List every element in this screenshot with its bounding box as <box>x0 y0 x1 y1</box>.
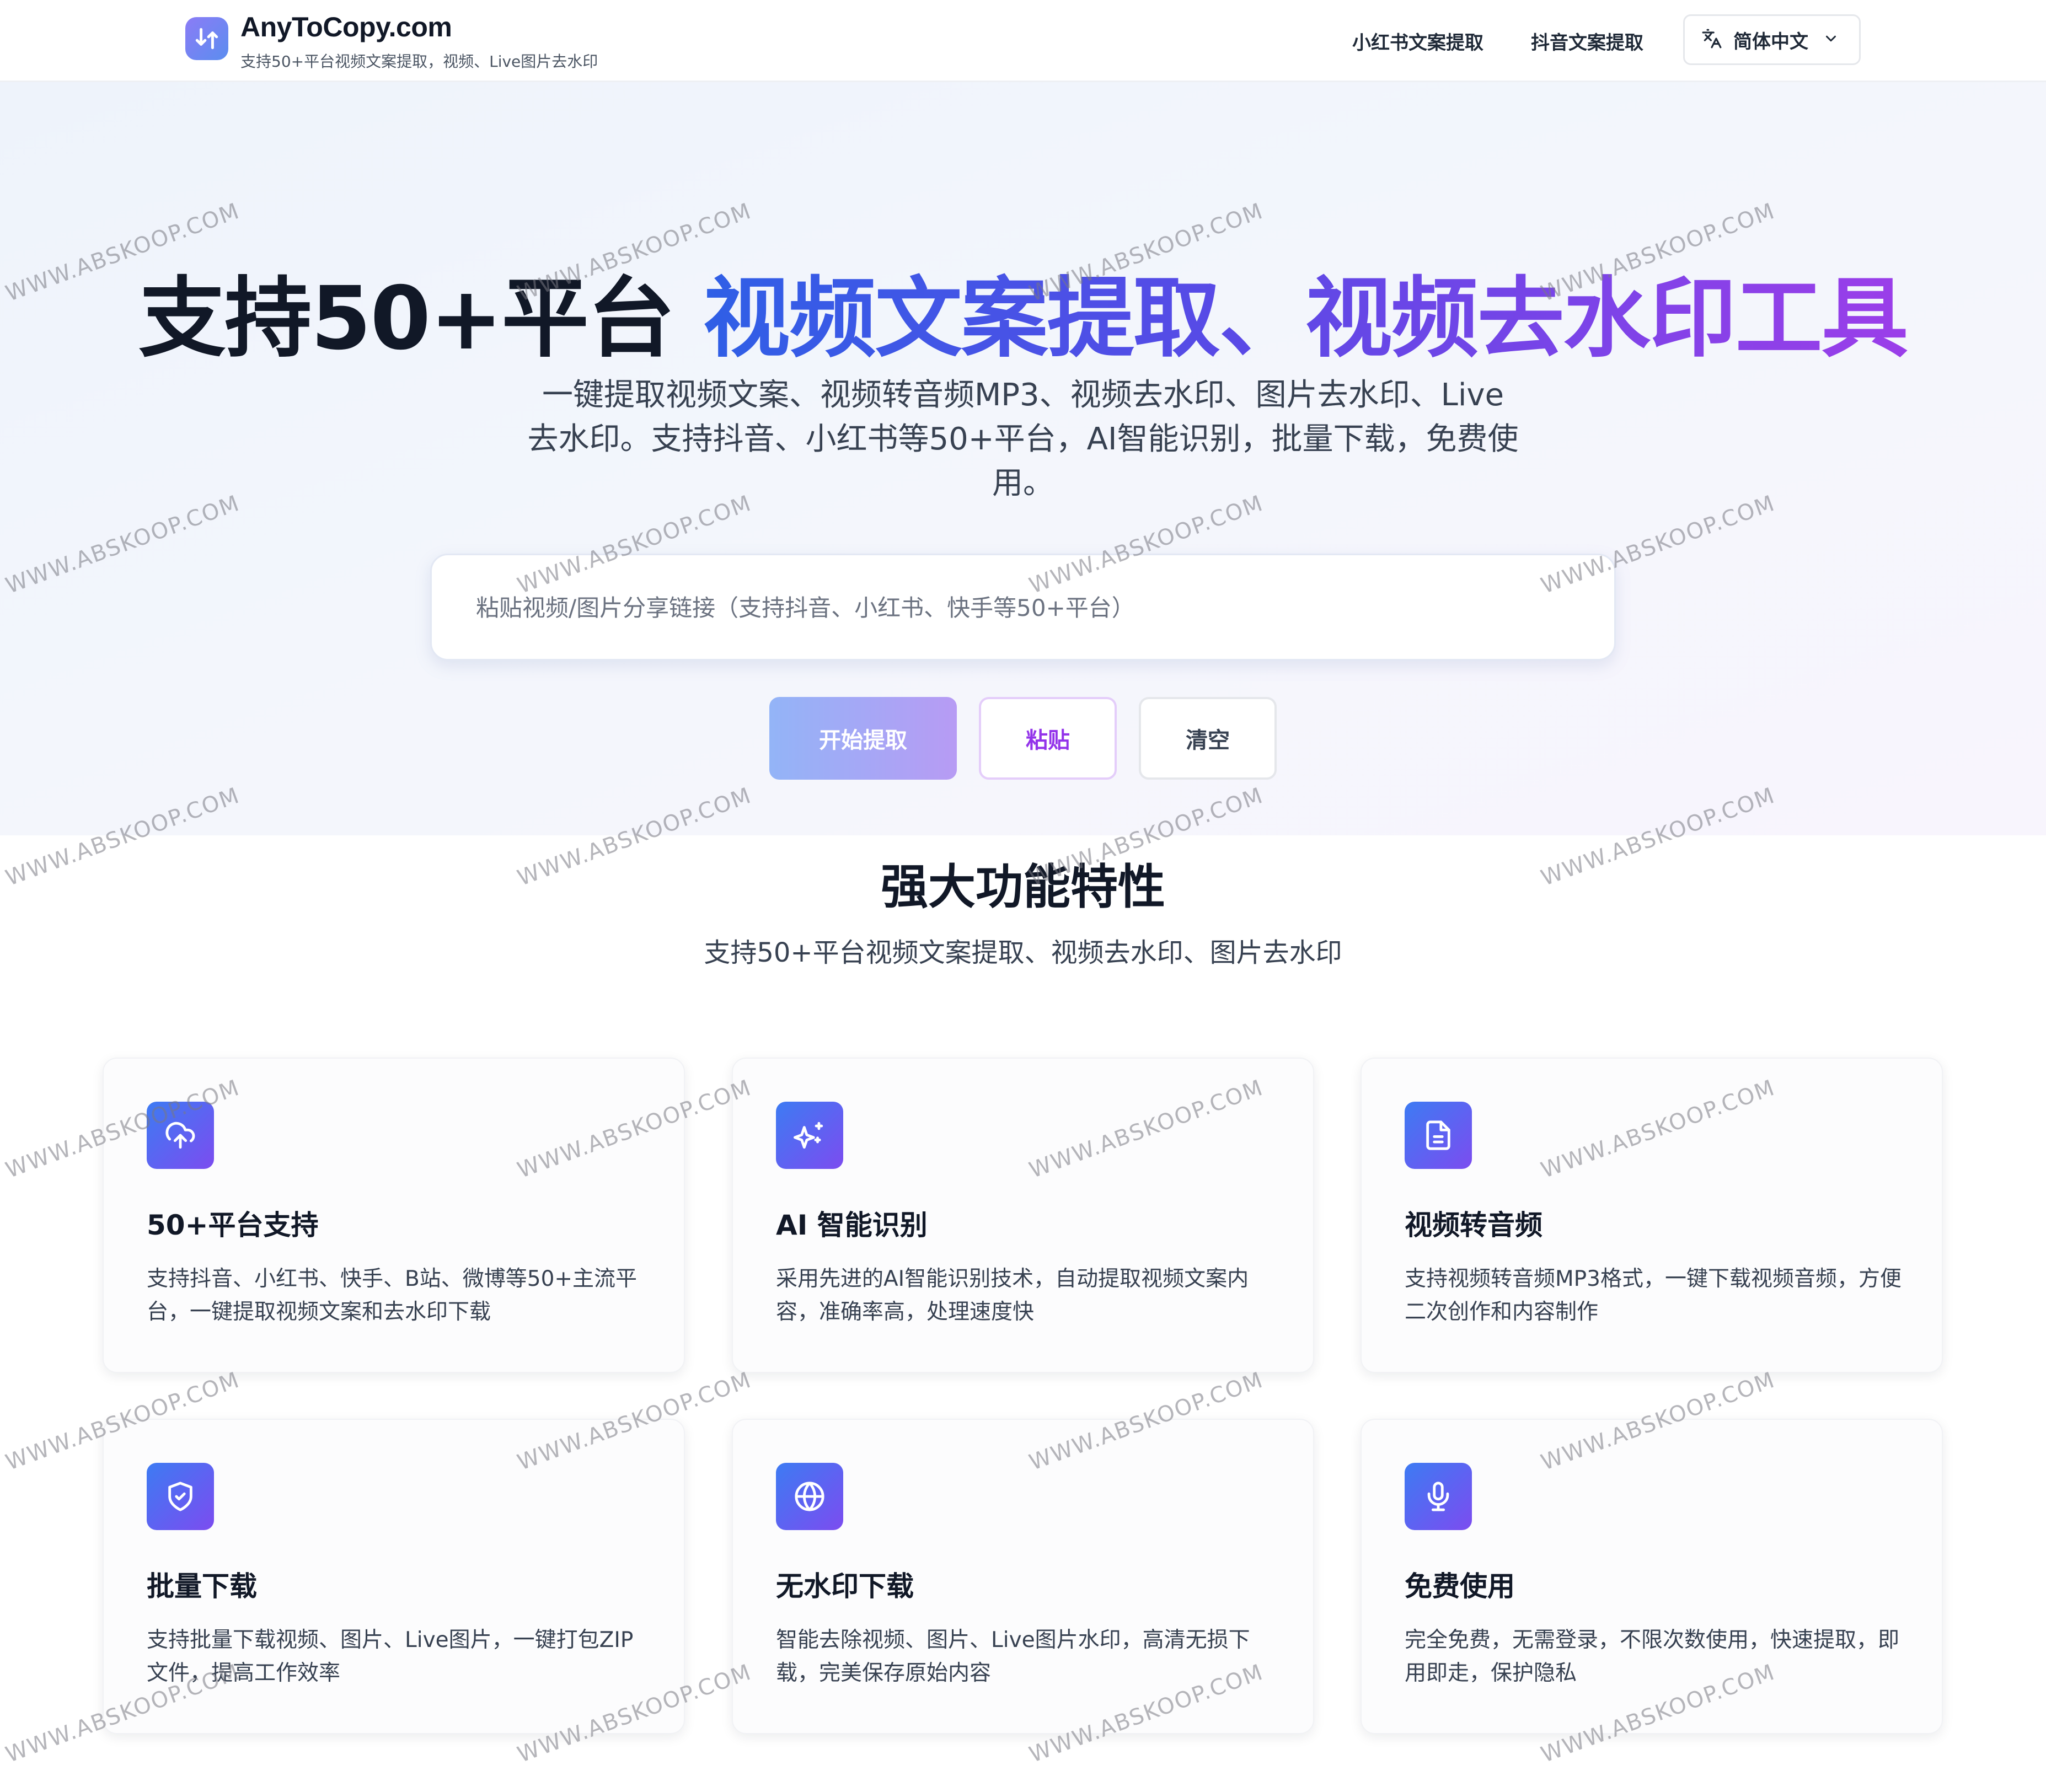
share-link-input[interactable] <box>475 555 1574 660</box>
hero-subtitle: 一键提取视频文案、视频转音频MP3、视频去水印、图片去水印、Live去水印。支持… <box>527 377 1519 501</box>
feature-title: 50+平台支持 <box>147 1209 319 1241</box>
language-selector[interactable]: 简体中文 <box>1683 14 1861 65</box>
translate-icon <box>1701 28 1722 51</box>
hero-title-plain: 支持50+平台 <box>138 268 674 369</box>
start-extract-button[interactable]: 开始提取 <box>769 697 957 780</box>
feature-description: 完全免费，无需登录，不限次数使用，快速提取，即用即走，保护隐私 <box>1405 1628 1900 1686</box>
microphone-icon <box>1405 1463 1472 1530</box>
feature-title: 批量下载 <box>147 1570 257 1602</box>
feature-title: 免费使用 <box>1405 1570 1515 1602</box>
document-icon <box>1405 1102 1472 1169</box>
paste-button[interactable]: 粘贴 <box>979 697 1117 780</box>
feature-title: 视频转音频 <box>1405 1209 1542 1241</box>
feature-description: 支持视频转音频MP3格式，一键下载视频音频，方便二次创作和内容制作 <box>1405 1267 1902 1324</box>
link-input-container <box>430 554 1616 661</box>
logo-icon[interactable] <box>185 17 228 60</box>
shield-check-icon <box>147 1463 214 1530</box>
nav-xiaohongshu-extract[interactable]: 小红书文案提取 <box>1352 28 1483 55</box>
globe-icon <box>776 1463 843 1530</box>
language-label: 简体中文 <box>1733 30 1808 53</box>
feature-card-platforms: 50+平台支持 支持抖音、小红书、快手、B站、微博等50+主流平台，一键提取视频… <box>103 1058 685 1373</box>
chevron-down-icon <box>1823 30 1839 49</box>
feature-card-batch: 批量下载 支持批量下载视频、图片、Live图片，一键打包ZIP文件，提高工作效率 <box>103 1419 685 1734</box>
hero-title: 支持50+平台 视频文案提取、视频去水印工具 <box>0 248 2046 374</box>
brand-tagline: 支持50+平台视频文案提取，视频、Live图片去水印 <box>240 52 598 71</box>
feature-description: 支持抖音、小红书、快手、B站、微博等50+主流平台，一键提取视频文案和去水印下载 <box>147 1267 638 1324</box>
hero-title-highlight: 视频文案提取、视频去水印工具 <box>703 268 1909 369</box>
feature-card-audio: 视频转音频 支持视频转音频MP3格式，一键下载视频音频，方便二次创作和内容制作 <box>1361 1058 1943 1373</box>
features-title: 强大功能特性 <box>881 860 1165 915</box>
cloud-upload-icon <box>147 1102 214 1169</box>
feature-description: 智能去除视频、图片、Live图片水印，高清无损下载，完美保存原始内容 <box>776 1628 1250 1686</box>
sparkles-icon <box>776 1102 843 1169</box>
feature-description: 采用先进的AI智能识别技术，自动提取视频文案内容，准确率高，处理速度快 <box>776 1267 1249 1324</box>
features-subtitle: 支持50+平台视频文案提取、视频去水印、图片去水印 <box>704 937 1342 968</box>
brand-name[interactable]: AnyToCopy.com <box>240 11 452 43</box>
feature-card-ai: AI 智能识别 采用先进的AI智能识别技术，自动提取视频文案内容，准确率高，处理… <box>732 1058 1314 1373</box>
clear-button[interactable]: 清空 <box>1139 697 1277 780</box>
feature-card-free: 免费使用 完全免费，无需登录，不限次数使用，快速提取，即用即走，保护隐私 <box>1361 1419 1943 1734</box>
feature-card-no-watermark: 无水印下载 智能去除视频、图片、Live图片水印，高清无损下载，完美保存原始内容 <box>732 1419 1314 1734</box>
feature-title: AI 智能识别 <box>776 1209 928 1241</box>
feature-description: 支持批量下载视频、图片、Live图片，一键打包ZIP文件，提高工作效率 <box>147 1628 634 1686</box>
nav-douyin-extract[interactable]: 抖音文案提取 <box>1531 28 1643 55</box>
hero-section: 支持50+平台 视频文案提取、视频去水印工具 一键提取视频文案、视频转音频MP3… <box>0 82 2046 835</box>
feature-title: 无水印下载 <box>776 1570 914 1602</box>
site-header: AnyToCopy.com 支持50+平台视频文案提取，视频、Live图片去水印… <box>0 0 2046 82</box>
